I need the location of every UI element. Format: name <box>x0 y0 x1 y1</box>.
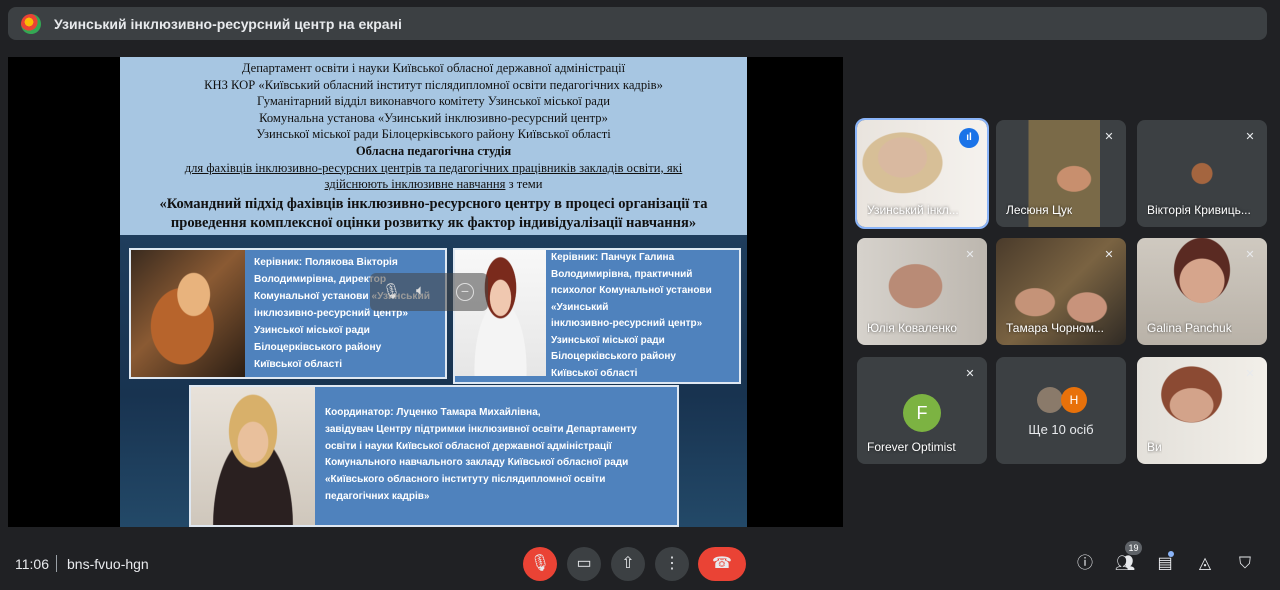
info-icon: ⓘ <box>1076 555 1093 572</box>
leader-card-2: Керівник: Панчук Галина Володимирівна, п… <box>453 248 741 384</box>
camera-icon: ▭ <box>576 555 592 572</box>
coordinator-card: Координатор: Луценко Тамара Михайлівна, … <box>189 385 679 527</box>
mic-off-icon: ✕ <box>1104 131 1114 143</box>
participant-name: Forever Optimist <box>867 440 956 454</box>
card-line: Узинської міської ради <box>551 334 665 346</box>
card-line: Комунального навчального закладу Київськ… <box>325 457 629 469</box>
avatar <box>1037 387 1063 413</box>
slide-header: Департамент освіти і науки Київської обл… <box>120 57 747 235</box>
header-line: Комунальна установа «Узинський інклюзивн… <box>259 110 608 125</box>
mic-off-icon: ✕ <box>1245 249 1255 261</box>
card-line: педагогічних кадрів» <box>325 490 430 502</box>
card-line: «Узинський <box>551 301 609 313</box>
participant-name: Ви <box>1147 440 1162 454</box>
topic-line: проведення комплексної оцінки розвитку я… <box>170 214 697 231</box>
meeting-code: bns-fvuo-hgn <box>67 556 149 572</box>
header-line: Узинської міської ради Білоцерківського … <box>256 127 611 142</box>
activities-button[interactable]: ◬ <box>1194 553 1216 575</box>
photo-poliakova <box>131 250 245 377</box>
audience-line: здійснюють інклюзивне навчання <box>324 177 506 192</box>
audience-line: для фахівців інклюзивно-ресурсних центрі… <box>184 160 683 175</box>
topic-line: «Командний підхід фахівців інклюзивно-ре… <box>159 195 708 212</box>
card-line: Координатор: Луценко Тамара Михайлівна, <box>325 407 541 418</box>
participant-count-badge: 19 <box>1125 541 1142 555</box>
people-icon: 👥︎ <box>1114 555 1136 572</box>
host-controls-icon: ⛉ <box>1238 555 1251 572</box>
tile-hover-controls: 🎙︎ 🔈︎ − <box>370 273 488 311</box>
header-line: Департамент освіти і науки Київської обл… <box>241 61 626 75</box>
camera-toggle-button[interactable]: ▭ <box>567 547 601 581</box>
participant-tile[interactable]: ✕ Лесюня Цук <box>996 120 1126 227</box>
mic-off-icon[interactable]: 🎙︎ <box>382 282 401 300</box>
mic-off-icon: ✕ <box>1104 249 1114 261</box>
participant-name: Galina Panchuk <box>1147 321 1232 335</box>
activities-icon: ◬ <box>1198 555 1212 572</box>
mic-toggle-button[interactable]: 🎙︎ <box>523 547 557 581</box>
people-button[interactable]: 👥︎ <box>1114 553 1136 575</box>
presentation-icon <box>21 14 41 34</box>
more-vertical-icon: ⋮ <box>664 555 680 572</box>
participant-tile[interactable]: ✕ Юлія Коваленко <box>857 238 987 345</box>
card-line: завідувач Центру підтримки інклюзивної о… <box>325 423 637 435</box>
header-line: КНЗ КОР «Київський обласний інститут піс… <box>204 77 663 92</box>
participant-tile[interactable]: ✕ F Forever Optimist <box>857 357 987 464</box>
card-line: інклюзивно-ресурсний центр» <box>551 318 703 329</box>
chat-notification-dot <box>1168 551 1174 557</box>
audience-line: з теми <box>505 177 543 192</box>
chat-icon: ▤ <box>1157 555 1173 572</box>
header-line: Гуманітарний відділ виконавчого комітету… <box>256 94 611 109</box>
studio-title: Обласна педагогічна студія <box>355 143 512 158</box>
card-line: Білоцерківського району <box>254 342 382 353</box>
hangup-icon: ☎︎ <box>712 555 732 572</box>
avatar: F <box>903 394 941 432</box>
presentation-banner: Узинський інклюзивно-ресурсний центр на … <box>8 7 1267 40</box>
more-participants-tile[interactable]: Н Ще 10 осіб <box>996 357 1126 464</box>
participant-tile[interactable]: ıl Узинський інкл... <box>855 118 989 229</box>
leader-card-1: Керівник: Полякова Вікторія Володимирівн… <box>129 248 447 379</box>
card-line: «Київського обласного інституту післядип… <box>325 474 606 486</box>
card-line: Володимирівна, практичний <box>551 268 693 280</box>
speaking-indicator-icon: ıl <box>959 128 979 148</box>
card-line: Керівник: Полякова Вікторія <box>254 257 398 268</box>
participant-tile[interactable]: ✕ Тамара Чорном... <box>996 238 1126 345</box>
card-line: Київської області <box>551 367 638 379</box>
minimize-icon[interactable]: − <box>456 283 474 301</box>
more-options-button[interactable]: ⋮ <box>655 547 689 581</box>
mic-off-icon: ✕ <box>965 249 975 261</box>
participant-name: Вікторія Кривиць... <box>1147 203 1251 217</box>
presentation-stage[interactable]: Департамент освіти і науки Київської обл… <box>8 57 843 527</box>
participant-name: Юлія Коваленко <box>867 321 958 335</box>
card-line: Керівник: Панчук Галина <box>551 252 675 263</box>
avatar: Н <box>1061 387 1087 413</box>
participant-tile[interactable]: ✕ Galina Panchuk <box>1137 238 1267 345</box>
photo-lutsenko <box>191 387 315 525</box>
present-screen-icon: ⇧ <box>621 555 635 572</box>
mic-off-icon: ✕ <box>965 368 975 380</box>
present-button[interactable]: ⇧ <box>611 547 645 581</box>
participant-tile[interactable]: ✕ Вікторія Кривиць... <box>1137 120 1267 227</box>
photo-panchuk <box>455 250 546 376</box>
mic-off-icon: ✕ <box>1245 131 1255 143</box>
card-line: Білоцерківського району <box>551 351 676 362</box>
self-tile[interactable]: ✕ Ви <box>1137 357 1267 464</box>
card-line: Київської області <box>254 359 343 370</box>
participant-name: Лесюня Цук <box>1006 203 1073 217</box>
mic-off-icon: ✕ <box>1245 368 1255 380</box>
card-line: Узинської міської ради <box>254 325 370 336</box>
banner-title: Узинський інклюзивно-ресурсний центр на … <box>54 16 402 32</box>
mic-off-icon: 🎙︎ <box>529 555 551 572</box>
participant-name: Узинський інкл... <box>867 203 959 217</box>
more-participants-label: Ще 10 осіб <box>1028 422 1094 437</box>
volume-icon[interactable]: 🔈︎ <box>416 282 425 299</box>
host-controls-button[interactable]: ⛉ <box>1234 553 1256 575</box>
card-line: психолог Комунальної установи <box>551 285 712 296</box>
leave-call-button[interactable]: ☎︎ <box>698 547 746 581</box>
participant-name: Тамара Чорном... <box>1006 321 1104 335</box>
divider <box>56 555 57 572</box>
card-line: освіти і науки Київської обласної держав… <box>325 440 612 452</box>
meeting-details-button[interactable]: ⓘ <box>1074 553 1096 575</box>
clock: 11:06 <box>15 556 49 572</box>
